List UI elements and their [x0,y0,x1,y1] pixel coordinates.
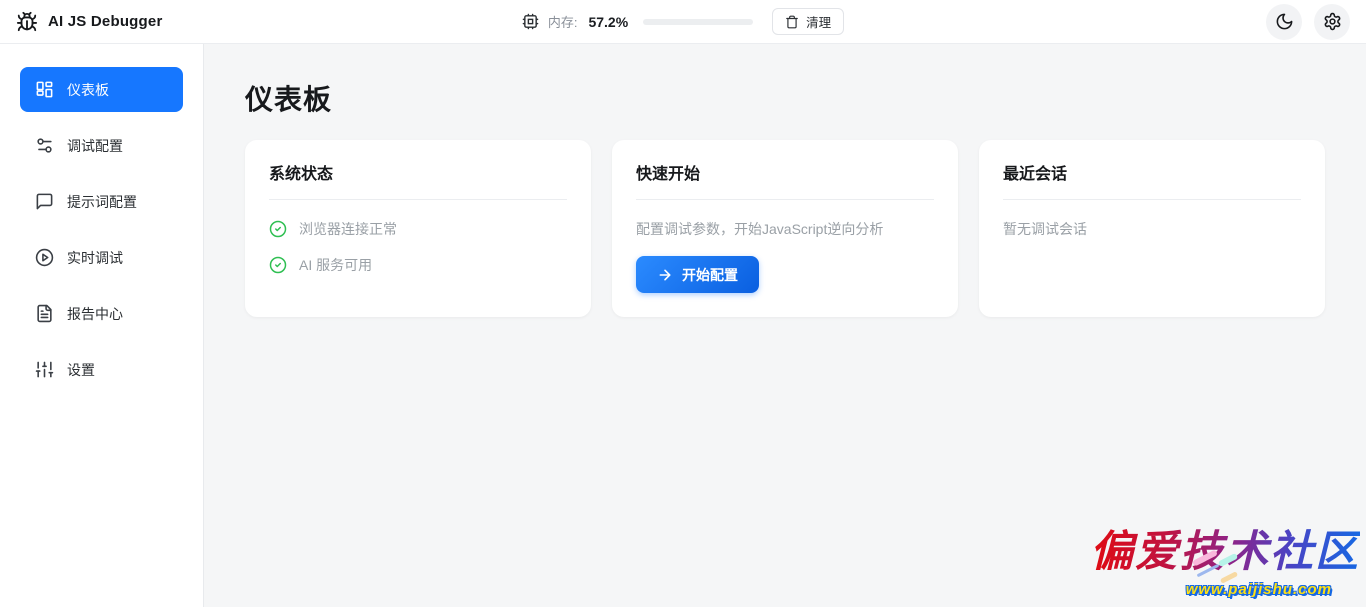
report-document-icon [35,304,54,323]
quick-start-description: 配置调试参数，开始JavaScript逆向分析 [636,219,934,239]
divider [636,199,934,200]
bug-icon [16,11,38,33]
status-row-browser: 浏览器连接正常 [269,219,567,239]
sidebar-item-live-debug[interactable]: 实时调试 [20,235,183,280]
memory-monitor: 内存: 57.2% 清理 [522,8,844,35]
sidebar-item-prompt-config[interactable]: 提示词配置 [20,179,183,224]
main-content: 仪表板 系统状态 浏览器连接正常 [204,44,1366,607]
sidebar-item-label: 报告中心 [67,304,123,324]
arrow-right-icon [657,267,673,283]
sidebar-item-label: 仪表板 [67,80,109,100]
play-circle-icon [35,248,54,267]
header-brand: AI JS Debugger [16,11,346,33]
memory-value: 57.2% [588,14,628,30]
app-title: AI JS Debugger [48,13,163,30]
quick-start-card: 快速开始 配置调试参数，开始JavaScript逆向分析 开始配置 [612,140,958,317]
check-circle-icon [269,220,287,238]
header-actions [1020,4,1350,40]
sidebar-item-debug-config[interactable]: 调试配置 [20,123,183,168]
status-row-ai-service: AI 服务可用 [269,255,567,275]
dark-mode-toggle[interactable] [1266,4,1302,40]
card-title: 快速开始 [636,160,934,184]
status-text: AI 服务可用 [299,255,372,275]
sliders-icon [35,136,54,155]
trash-icon [785,15,799,29]
dashboard-icon [35,80,54,99]
sidebar: 仪表板 调试配置 提示词配置 实时调试 报告中心 [0,44,204,607]
start-config-button[interactable]: 开始配置 [636,256,759,293]
recent-sessions-card: 最近会话 暂无调试会话 [979,140,1325,317]
settings-button[interactable] [1314,4,1350,40]
status-text: 浏览器连接正常 [299,219,397,239]
recent-sessions-empty-text: 暂无调试会话 [1003,219,1301,239]
clean-memory-button[interactable]: 清理 [772,8,844,35]
sidebar-item-label: 实时调试 [67,248,123,268]
cpu-chip-icon [522,13,539,30]
sidebar-item-report-center[interactable]: 报告中心 [20,291,183,336]
gear-icon [1323,12,1342,31]
chat-bubble-icon [35,192,54,211]
divider [1003,199,1301,200]
sidebar-item-dashboard[interactable]: 仪表板 [20,67,183,112]
sidebar-item-label: 提示词配置 [67,192,137,212]
sidebar-item-label: 调试配置 [67,136,123,156]
app-header: AI JS Debugger 内存: 57.2% 清理 [0,0,1366,44]
card-title: 系统状态 [269,160,567,184]
card-title: 最近会话 [1003,160,1301,184]
settings-sliders-icon [35,360,54,379]
dashboard-cards: 系统状态 浏览器连接正常 AI 服务可用 [245,140,1325,317]
clean-button-label: 清理 [806,12,831,31]
check-circle-icon [269,256,287,274]
page-title: 仪表板 [245,78,1366,118]
start-config-button-label: 开始配置 [682,265,738,285]
sidebar-item-settings[interactable]: 设置 [20,347,183,392]
memory-progress-bar [643,19,753,25]
divider [269,199,567,200]
system-status-card: 系统状态 浏览器连接正常 AI 服务可用 [245,140,591,317]
moon-icon [1275,12,1294,31]
memory-label: 内存: [548,12,578,31]
sidebar-item-label: 设置 [67,360,95,380]
